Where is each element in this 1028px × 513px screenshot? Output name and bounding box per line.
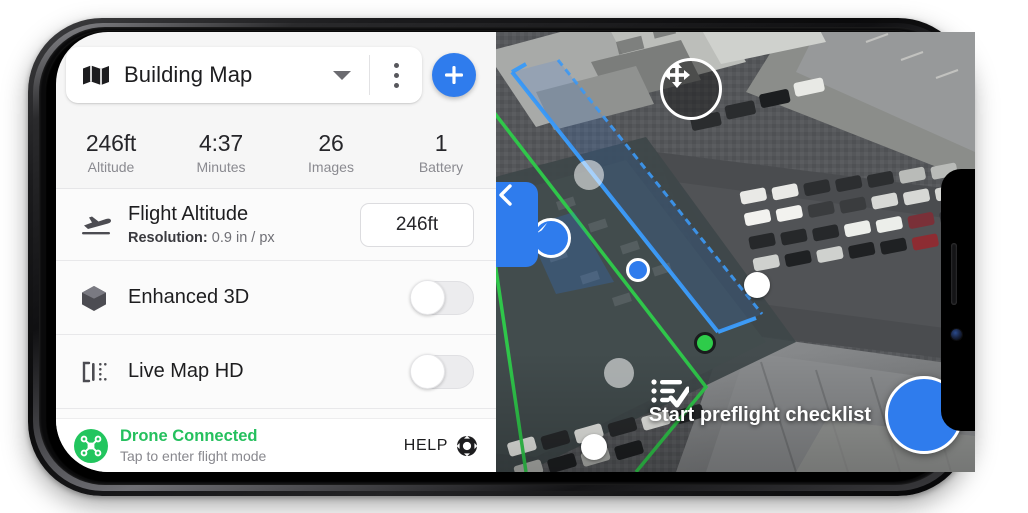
airplane-takeoff-icon	[80, 212, 120, 238]
map-vertex-green[interactable]	[694, 332, 716, 354]
row-live-map-hd[interactable]: Live Map HD	[56, 335, 496, 409]
row-flight-altitude[interactable]: Flight Altitude Resolution: 0.9 in / px …	[56, 189, 496, 261]
stat-images: 26 Images	[276, 131, 386, 175]
cube-icon	[80, 284, 120, 312]
screenshot-root: Start preflight checklist Building Map 2…	[0, 0, 1028, 513]
panel-header: Building Map	[56, 32, 496, 118]
notch-speaker-grille	[951, 243, 957, 305]
checklist-check-icon	[651, 379, 689, 408]
row-title: Live Map HD	[128, 360, 244, 382]
resolution-value: 0.9 in / px	[211, 230, 275, 246]
drone-status-bar[interactable]: Drone Connected Tap to enter flight mode…	[56, 418, 496, 472]
preflight-cta[interactable]: Start preflight checklist	[649, 376, 963, 454]
stat-label: Altitude	[87, 159, 135, 176]
enhanced-3d-text: Enhanced 3D	[128, 286, 410, 309]
drone-status-text: Drone Connected Tap to enter flight mode	[120, 427, 404, 463]
stat-label: Minutes	[196, 159, 246, 176]
kebab-menu-icon[interactable]	[370, 62, 422, 88]
help-button[interactable]: HELP	[404, 435, 478, 457]
chevron-left-icon	[499, 184, 512, 206]
map-vertex-ghost-1[interactable]	[574, 160, 604, 190]
drone-status-title: Drone Connected	[120, 427, 258, 446]
stat-label: Images	[308, 159, 354, 176]
stat-battery: 1 Battery	[386, 131, 496, 175]
stat-value: 1	[434, 129, 448, 156]
help-label: HELP	[403, 436, 448, 454]
row-enhanced-3d[interactable]: Enhanced 3D	[56, 261, 496, 335]
enhanced-3d-toggle[interactable]	[410, 279, 474, 315]
plus-icon	[445, 66, 463, 84]
stat-value: 4:37	[199, 129, 243, 156]
map-vertex-origin[interactable]	[626, 258, 650, 282]
drone-status-subtitle: Tap to enter flight mode	[120, 447, 267, 464]
phone-screen: Start preflight checklist Building Map 2…	[56, 32, 975, 472]
mission-stats: 246ft Altitude 4:37 Minutes 26 Images 1 …	[56, 118, 496, 189]
add-mission-button[interactable]	[432, 53, 476, 97]
mission-title-pill[interactable]: Building Map	[66, 47, 422, 103]
stat-minutes: 4:37 Minutes	[166, 131, 276, 175]
stat-label: Battery	[418, 159, 464, 176]
drone-icon	[74, 428, 108, 463]
map-icon	[83, 65, 109, 85]
live-map-hd-toggle[interactable]	[410, 353, 474, 389]
stat-altitude: 246ft Altitude	[56, 131, 166, 175]
stat-value: 26	[318, 129, 344, 156]
resolution-label: Resolution:	[128, 230, 208, 246]
live-map-icon	[80, 358, 120, 386]
device-notch	[941, 169, 975, 431]
panel-filler	[56, 409, 496, 418]
row-title: Enhanced 3D	[128, 286, 250, 308]
row-subtitle: Resolution: 0.9 in / px	[128, 230, 360, 246]
map-vertex-ghost-2[interactable]	[604, 358, 634, 388]
map-move-handle[interactable]	[660, 58, 722, 120]
map-vertex-handle-1[interactable]	[744, 272, 770, 298]
row-title: Flight Altitude	[128, 203, 249, 225]
life-ring-icon	[456, 435, 478, 456]
mission-title: Building Map	[124, 62, 253, 87]
collapse-panel-tab[interactable]	[496, 182, 538, 267]
stat-value: 246ft	[85, 129, 137, 156]
map-view[interactable]: Start preflight checklist	[496, 32, 975, 472]
toggle-knob	[410, 279, 445, 315]
map-vertex-handle-2[interactable]	[581, 434, 607, 460]
move-arrows-icon	[664, 62, 690, 88]
front-camera-icon	[951, 329, 962, 340]
mission-panel: Building Map 246ft Altitude 4:37 Minutes…	[56, 32, 496, 472]
toggle-knob	[410, 353, 445, 389]
flight-altitude-value-button[interactable]: 246ft	[360, 202, 474, 247]
chevron-down-icon[interactable]	[333, 70, 351, 80]
flight-altitude-text: Flight Altitude Resolution: 0.9 in / px	[128, 203, 360, 246]
live-map-hd-text: Live Map HD	[128, 360, 410, 383]
